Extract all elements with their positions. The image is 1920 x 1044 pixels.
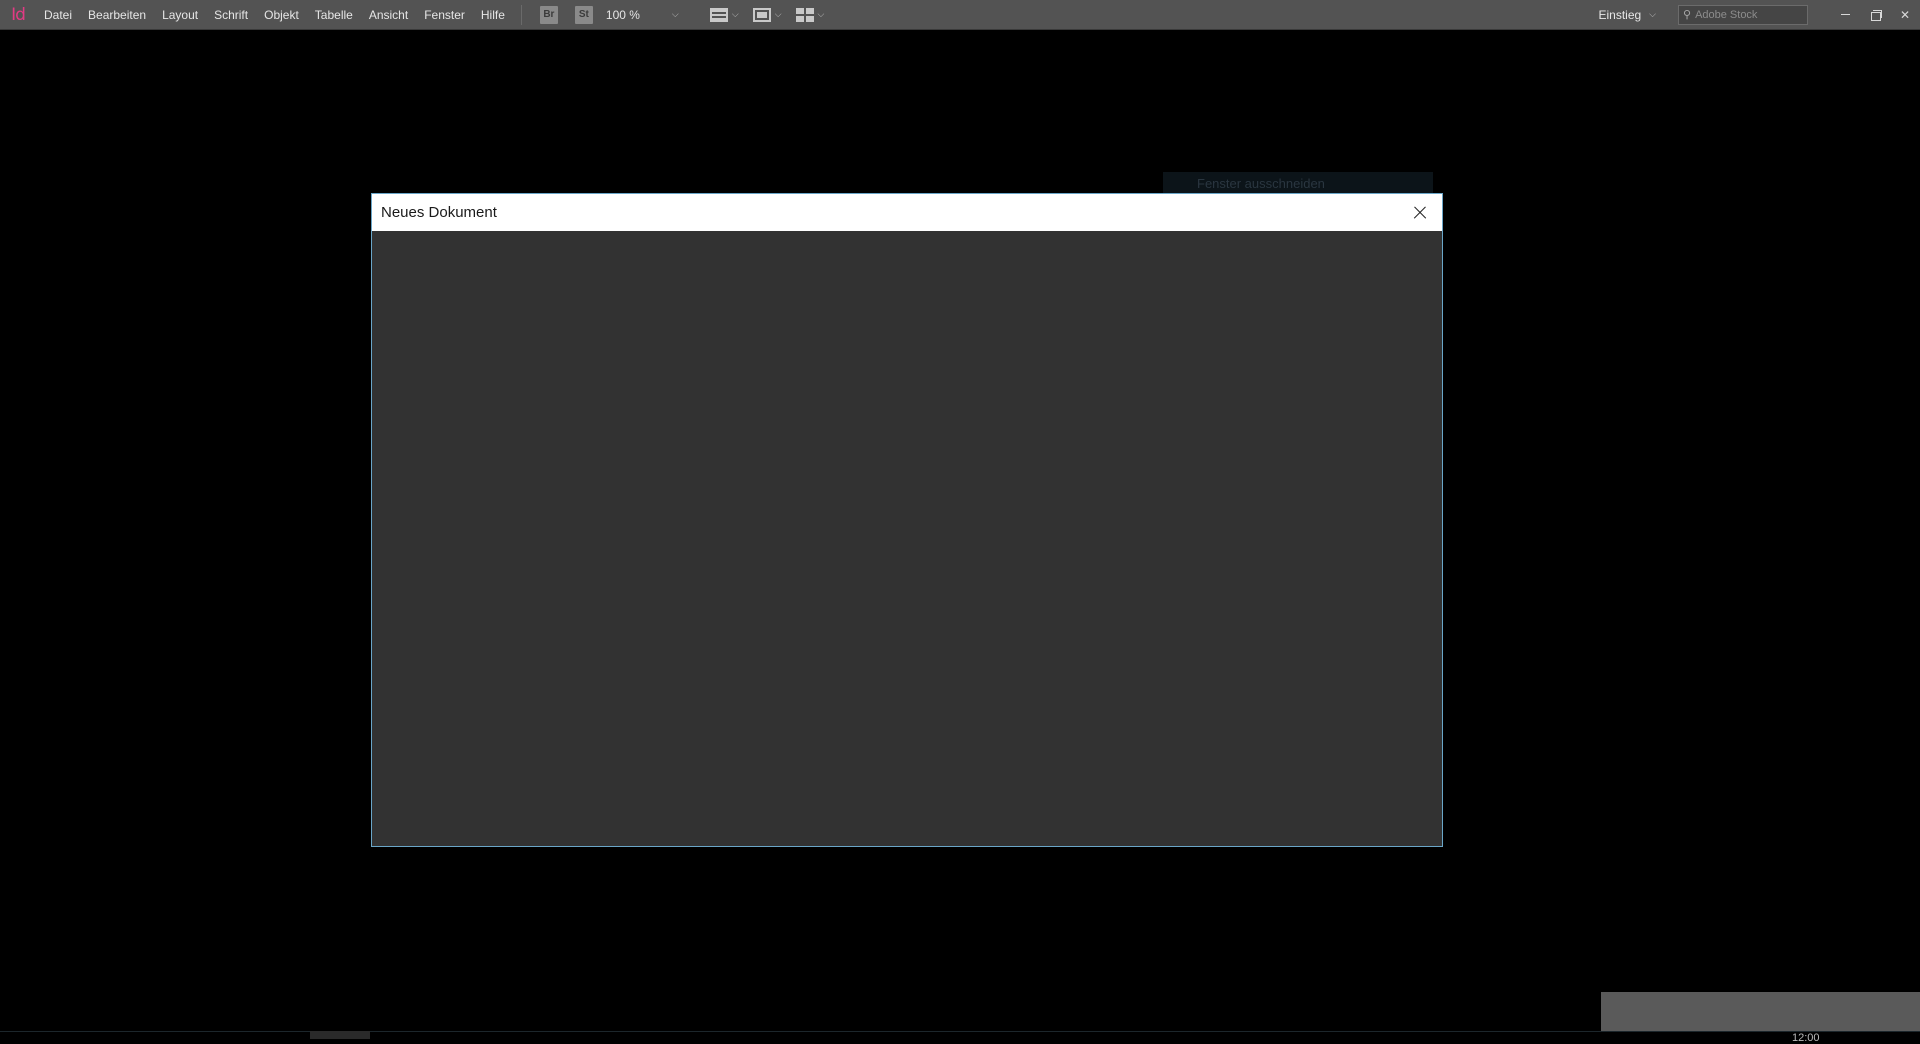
menu-schrift[interactable]: Schrift (206, 0, 256, 30)
menu-tabelle[interactable]: Tabelle (307, 0, 361, 30)
workspace-label: Einstieg (1598, 7, 1642, 22)
menu-fenster[interactable]: Fenster (416, 0, 473, 30)
view-options-icon (709, 7, 728, 22)
screen-mode-icon (752, 7, 771, 22)
close-icon[interactable] (1408, 201, 1432, 225)
taskbar-edge (0, 1031, 1920, 1032)
taskbar-app-button[interactable] (310, 1031, 370, 1039)
search-input[interactable] (1695, 8, 1796, 21)
workspace-switcher[interactable]: Einstieg ⌵ (1598, 8, 1656, 22)
menu-separator (520, 4, 522, 25)
chevron-down-icon: ⌵ (671, 9, 679, 19)
arrange-documents-icon (795, 7, 814, 22)
view-options-button[interactable]: ⌵ (709, 7, 739, 22)
search-icon: ⚲ (1683, 9, 1692, 21)
indesign-logo-icon[interactable]: Id (0, 0, 36, 30)
menu-ansicht[interactable]: Ansicht (361, 0, 416, 30)
taskbar-clock: 12:00 (1792, 1032, 1820, 1044)
dialog-titlebar: Neues Dokument (372, 194, 1442, 231)
new-document-dialog: Neues Dokument (371, 193, 1443, 847)
menu-bearbeiten[interactable]: Bearbeiten (80, 0, 154, 30)
dialog-title: Neues Dokument (381, 204, 497, 221)
chevron-down-icon: ⌵ (774, 9, 782, 19)
menu-bar: Id Datei Bearbeiten Layout Schrift Objek… (0, 0, 1920, 30)
zoom-dropdown[interactable]: 100 % ⌵ (606, 8, 686, 22)
chevron-down-icon: ⌵ (1649, 9, 1656, 19)
minimize-window-button[interactable] (1830, 0, 1860, 30)
menu-hilfe[interactable]: Hilfe (473, 0, 513, 30)
zoom-value: 100 % (605, 7, 640, 22)
menu-datei[interactable]: Datei (36, 0, 80, 30)
chevron-down-icon: ⌵ (731, 9, 739, 19)
stock-button[interactable]: St (574, 5, 593, 24)
menu-objekt[interactable]: Objekt (256, 0, 307, 30)
screen-mode-button[interactable]: ⌵ (752, 7, 782, 22)
restore-window-button[interactable] (1860, 0, 1890, 30)
notification-panel (1601, 992, 1920, 1031)
bridge-button[interactable]: Br (539, 5, 558, 24)
close-window-button[interactable]: ✕ (1890, 0, 1920, 30)
arrange-documents-button[interactable]: ⌵ (795, 7, 825, 22)
stock-search[interactable]: ⚲ (1678, 4, 1808, 25)
menu-layout[interactable]: Layout (154, 0, 206, 30)
chevron-down-icon: ⌵ (817, 9, 825, 19)
